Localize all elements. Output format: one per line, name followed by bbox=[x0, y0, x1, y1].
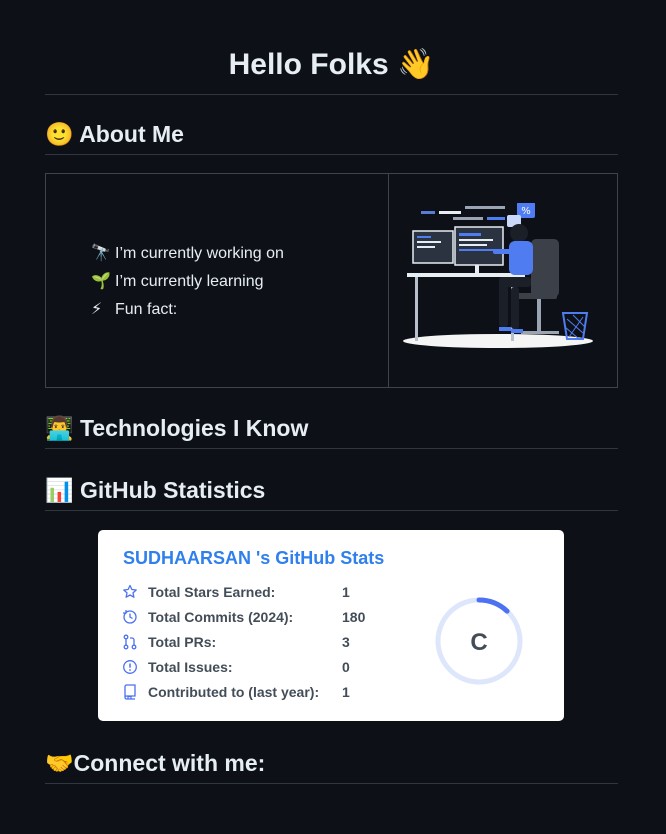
history-icon bbox=[123, 610, 137, 624]
about-me-table: 🔭 I’m currently working on 🌱 I’m currently… bbox=[45, 173, 618, 388]
repo-icon bbox=[124, 684, 136, 700]
stat-value: 180 bbox=[342, 609, 366, 625]
github-statistics-heading-text: GitHub Statistics bbox=[80, 477, 266, 503]
star-icon bbox=[123, 584, 137, 598]
stat-value: 1 bbox=[342, 584, 350, 600]
stat-label: Total PRs: bbox=[148, 634, 217, 650]
technologies-heading: 👨‍💻 Technologies I Know bbox=[45, 408, 618, 449]
about-me-heading-text: About Me bbox=[79, 121, 184, 147]
stat-label: Total Stars Earned: bbox=[148, 584, 276, 600]
stat-value: 3 bbox=[342, 634, 350, 650]
developer-at-desk-illustration: % bbox=[403, 202, 593, 348]
issue-icon bbox=[123, 660, 137, 674]
about-me-list-cell: 🔭 I’m currently working on 🌱 I’m currently… bbox=[45, 173, 389, 388]
stat-label: Total Issues: bbox=[148, 659, 233, 675]
list-item: ⚡ Fun fact: bbox=[91, 295, 388, 323]
list-item-text: Fun fact: bbox=[115, 300, 178, 318]
about-me-heading: 🙂 About Me bbox=[45, 114, 618, 155]
lightning-icon: ⚡ bbox=[91, 298, 103, 318]
list-item-text: I’m currently learning bbox=[115, 272, 264, 290]
list-item-text: I’m currently working on bbox=[115, 244, 284, 262]
technologies-heading-text: Technologies I Know bbox=[80, 415, 309, 441]
handshake-icon: 🤝 bbox=[45, 751, 74, 777]
about-me-list: 🔭 I’m currently working on 🌱 I’m currently… bbox=[91, 239, 388, 323]
smiley-icon: 🙂 bbox=[45, 122, 74, 148]
list-item: 🔭 I’m currently working on bbox=[91, 239, 388, 267]
bar-chart-icon: 📊 bbox=[45, 478, 74, 504]
seedling-icon: 🌱 bbox=[91, 270, 111, 290]
rank-ring: C bbox=[435, 597, 523, 685]
connect-heading-text: Connect with me: bbox=[73, 750, 266, 776]
stat-label: Contributed to (last year): bbox=[148, 684, 320, 700]
rank-letter: C bbox=[470, 629, 487, 656]
github-statistics-heading: 📊 GitHub Statistics bbox=[45, 470, 618, 511]
illustration-cell: % bbox=[388, 173, 618, 388]
stat-value: 0 bbox=[342, 659, 350, 675]
waving-hand-icon: 👋 bbox=[397, 47, 435, 82]
telescope-icon: 🔭 bbox=[91, 242, 111, 262]
svg-text:%: % bbox=[521, 206, 531, 217]
list-item: 🌱 I’m currently learning bbox=[91, 267, 388, 295]
github-stats-card[interactable]: SUDHAARSAN 's GitHub Stats Total Stars E… bbox=[98, 530, 564, 721]
page-title: Hello Folks 👋 bbox=[45, 44, 618, 95]
page-title-text: Hello Folks bbox=[228, 48, 389, 81]
stat-label: Total Commits (2024): bbox=[148, 609, 294, 625]
stat-value: 1 bbox=[342, 684, 350, 700]
pull-request-icon bbox=[123, 634, 137, 650]
stats-card-title: SUDHAARSAN 's GitHub Stats bbox=[123, 548, 385, 568]
connect-heading: 🤝Connect with me: bbox=[45, 743, 618, 784]
technologist-icon: 👨‍💻 bbox=[45, 416, 74, 442]
